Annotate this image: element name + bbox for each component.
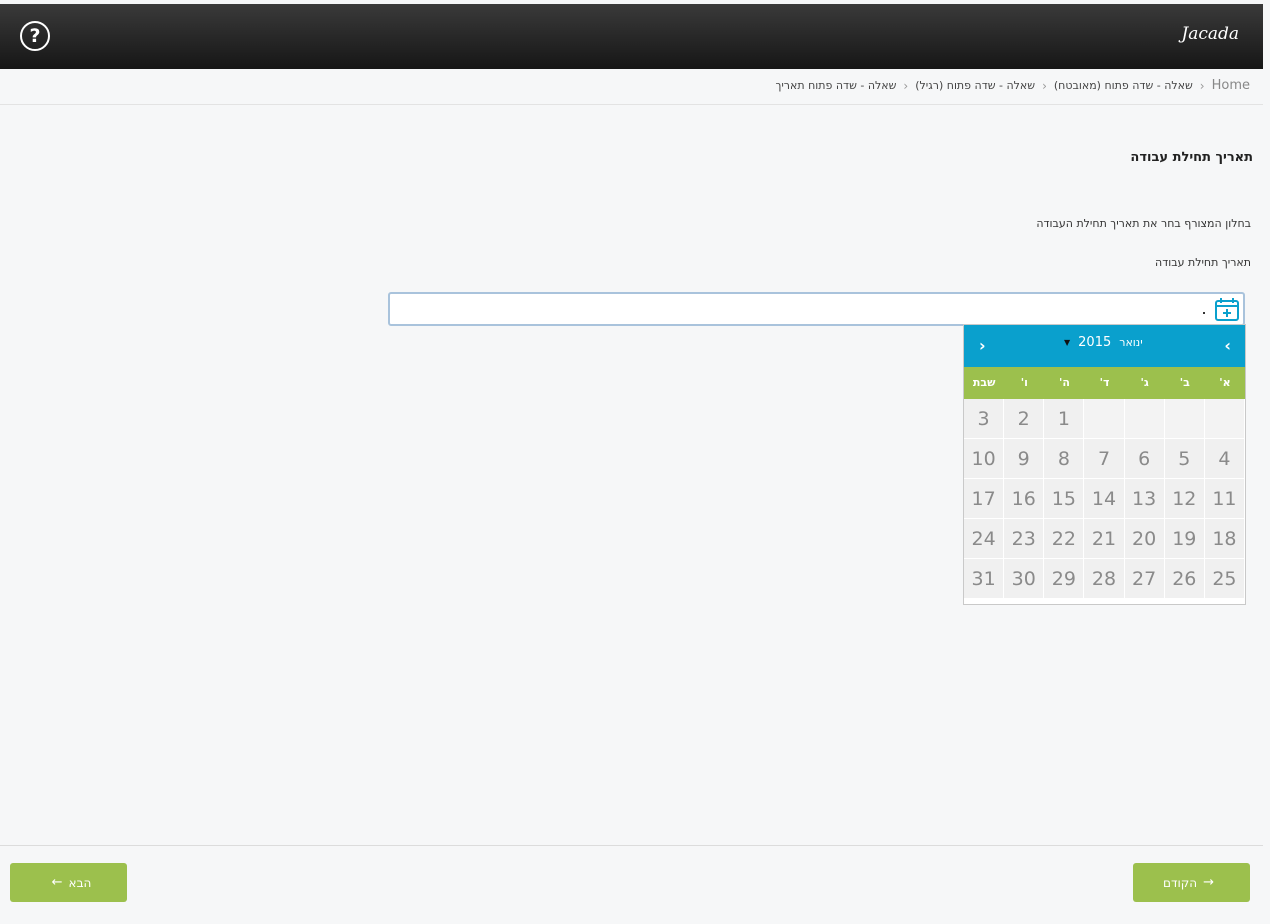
calendar-day[interactable]: 19: [1164, 519, 1205, 559]
breadcrumb: Home ‹ שאלה - שדה פתוח (מאובטח) ‹ שאלה -…: [0, 69, 1263, 105]
calendar-day[interactable]: 21: [1084, 519, 1125, 559]
calendar-weekday: ג': [1140, 376, 1149, 389]
previous-button-label: הקודם: [1162, 875, 1198, 890]
calendar-day[interactable]: 22: [1044, 519, 1085, 559]
calendar-next-month-button[interactable]: ‹: [1224, 336, 1231, 355]
calendar-day[interactable]: 15: [1044, 479, 1085, 519]
dropdown-arrow-icon: ▼: [1064, 338, 1071, 347]
calendar-weekday: ה': [1058, 376, 1070, 389]
calendar-day[interactable]: 6: [1124, 439, 1165, 479]
calendar-weekday-row: א' ב' ג' ד' ה' ו' שבת: [964, 367, 1245, 399]
calendar-weekday: ב': [1179, 376, 1190, 389]
calendar-day[interactable]: 12: [1164, 479, 1205, 519]
question-description: בחלון המצורף בחר את תאריך תחילת העבודה: [1036, 217, 1251, 230]
calendar-empty-cell: [1164, 399, 1205, 439]
calendar-month-year-select[interactable]: ▼ 2015 ינואר: [1064, 335, 1143, 350]
calendar-empty-cell: [1084, 399, 1125, 439]
breadcrumb-home[interactable]: Home: [1212, 78, 1250, 93]
calendar-day[interactable]: 4: [1204, 439, 1245, 479]
calendar-day[interactable]: 7: [1084, 439, 1125, 479]
jacada-logo: Jacada: [1181, 24, 1239, 44]
calendar-day[interactable]: 31: [964, 559, 1005, 599]
calendar-prev-month-button[interactable]: ›: [979, 336, 986, 355]
calendar-weekday: ד': [1099, 376, 1110, 389]
calendar-month: ינואר: [1119, 336, 1143, 349]
calendar-day[interactable]: 30: [1004, 559, 1045, 599]
calendar-day[interactable]: 16: [1004, 479, 1045, 519]
footer-divider: [0, 845, 1263, 846]
breadcrumb-item-secure-field[interactable]: שאלה - שדה פתוח (מאובטח): [1054, 79, 1193, 92]
calendar-day[interactable]: 25: [1204, 559, 1245, 599]
calendar-day[interactable]: 27: [1124, 559, 1165, 599]
calendar-day[interactable]: 5: [1164, 439, 1205, 479]
calendar-empty-cell: [1124, 399, 1165, 439]
calendar-day[interactable]: 26: [1164, 559, 1205, 599]
calendar-weekday: שבת: [972, 376, 996, 389]
calendar-day[interactable]: 18: [1204, 519, 1245, 559]
calendar-day[interactable]: 23: [1004, 519, 1045, 559]
arrow-left-icon: ←: [51, 875, 63, 890]
calendar-empty-cell: [1204, 399, 1245, 439]
arrow-right-icon: →: [1203, 875, 1215, 890]
previous-button[interactable]: → הקודם: [1133, 863, 1250, 902]
calendar-day[interactable]: 10: [964, 439, 1005, 479]
calendar-day[interactable]: 28: [1084, 559, 1125, 599]
calendar-day[interactable]: 1: [1044, 399, 1085, 439]
next-button-label: הבא: [68, 875, 92, 890]
calendar-day-grid: 1 2 3 4 5 6 7 8 9 10 11 12 13 14 15 16 17 18 19 20 21 22 23 24 2…: [964, 399, 1245, 599]
calendar-day[interactable]: 11: [1204, 479, 1245, 519]
calendar-day[interactable]: 3: [964, 399, 1005, 439]
calendar-day[interactable]: 13: [1124, 479, 1165, 519]
calendar-day[interactable]: 17: [964, 479, 1005, 519]
calendar-add-icon[interactable]: [1214, 296, 1240, 322]
next-button[interactable]: הבא ←: [10, 863, 127, 902]
chevron-left-icon: ‹: [1042, 78, 1047, 93]
breadcrumb-item-date-field: שאלה - שדה פתוח תאריך: [775, 79, 897, 92]
calendar-day[interactable]: 8: [1044, 439, 1085, 479]
text-cursor: [1203, 312, 1205, 314]
top-bar: ? Jacada: [0, 4, 1263, 69]
calendar-year: 2015: [1078, 335, 1112, 350]
calendar-day[interactable]: 2: [1004, 399, 1045, 439]
chevron-left-icon: ‹: [1199, 78, 1205, 93]
chevron-left-icon: ‹: [903, 78, 909, 93]
calendar-weekday: א': [1219, 376, 1231, 389]
calendar-day[interactable]: 29: [1044, 559, 1085, 599]
question-title: תאריך תחילת עבודה: [1130, 150, 1253, 165]
calendar-day[interactable]: 14: [1084, 479, 1125, 519]
date-picker-popup: › ▼ 2015 ינואר ‹ א' ב' ג' ד' ה' ו' שבת 1234567…: [963, 324, 1246, 605]
calendar-weekday: ו': [1020, 376, 1028, 389]
help-icon[interactable]: ?: [20, 21, 50, 51]
calendar-header: › ▼ 2015 ינואר ‹: [964, 325, 1245, 367]
calendar-day[interactable]: 9: [1004, 439, 1045, 479]
date-field-label: תאריך תחילת עבודה: [1155, 256, 1251, 269]
calendar-day[interactable]: 20: [1124, 519, 1165, 559]
breadcrumb-item-regular-field[interactable]: שאלה - שדה פתוח (רגיל): [915, 79, 1035, 92]
calendar-day[interactable]: 24: [964, 519, 1005, 559]
date-input[interactable]: [388, 292, 1245, 326]
